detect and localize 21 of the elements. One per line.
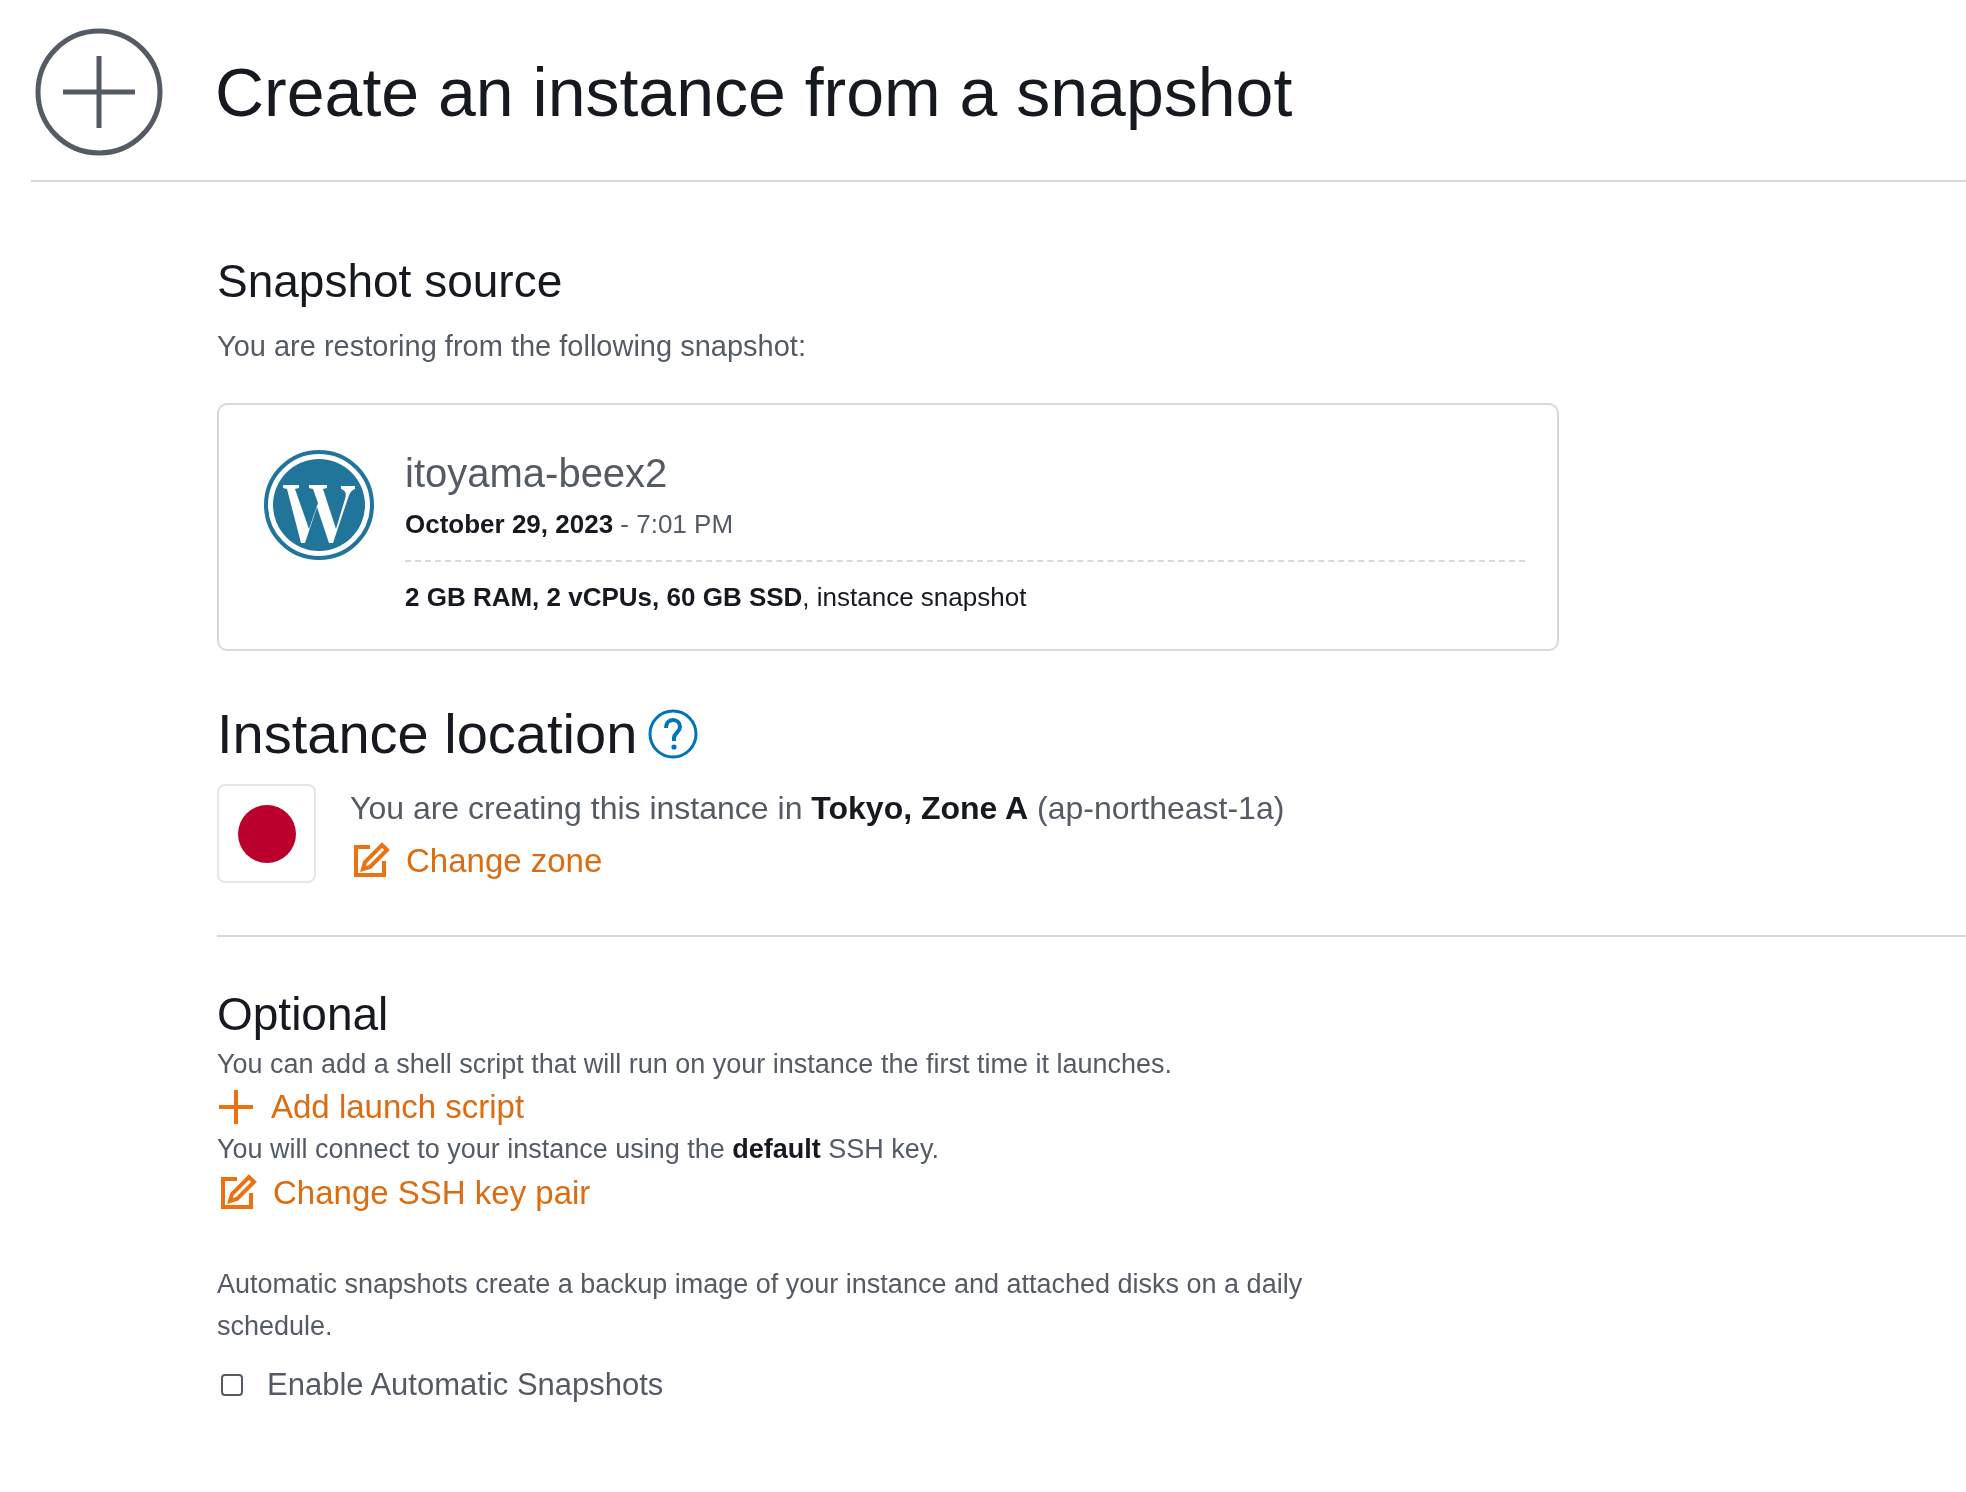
plus-icon — [217, 1088, 255, 1126]
ssh-key-text: You will connect to your instance using the default SSH key. — [217, 1134, 940, 1165]
help-icon[interactable] — [647, 707, 700, 760]
change-zone-link[interactable]: Change zone — [350, 841, 603, 881]
location-text: You are creating this instance in Tokyo, Zone A (ap-northeast-1a) — [350, 790, 1285, 827]
launch-script-text: You can add a shell script that will run on your instance the first time it launches. — [217, 1049, 1173, 1080]
wordpress-logo-icon — [263, 449, 375, 561]
intro-text: You are restoring from the following snapshot: — [217, 330, 807, 363]
checkbox[interactable] — [221, 1374, 243, 1396]
section-heading: Instance location — [217, 701, 638, 766]
snapshot-name: itoyama-beex2 — [405, 450, 669, 497]
section-heading: Snapshot source — [217, 254, 564, 308]
page-title: Create an instance from a snapshot — [215, 53, 1293, 131]
section-heading: Optional — [217, 987, 390, 1041]
snapshot-date: October 29, 2023 - 7:01 PM — [405, 509, 1525, 562]
change-ssh-key-link[interactable]: Change SSH key pair — [217, 1173, 591, 1213]
snapshot-specs: 2 GB RAM, 2 vCPUs, 60 GB SSD, instance snapshot — [405, 582, 1028, 613]
plus-circle-icon — [35, 28, 163, 156]
automatic-snapshots-text: Automatic snapshots create a backup image of your instance and attached disks on a daily schedule. — [217, 1268, 1304, 1343]
checkbox-label[interactable]: Enable Automatic Snapshots — [267, 1367, 664, 1403]
add-launch-script-link[interactable]: Add launch script — [217, 1088, 525, 1126]
